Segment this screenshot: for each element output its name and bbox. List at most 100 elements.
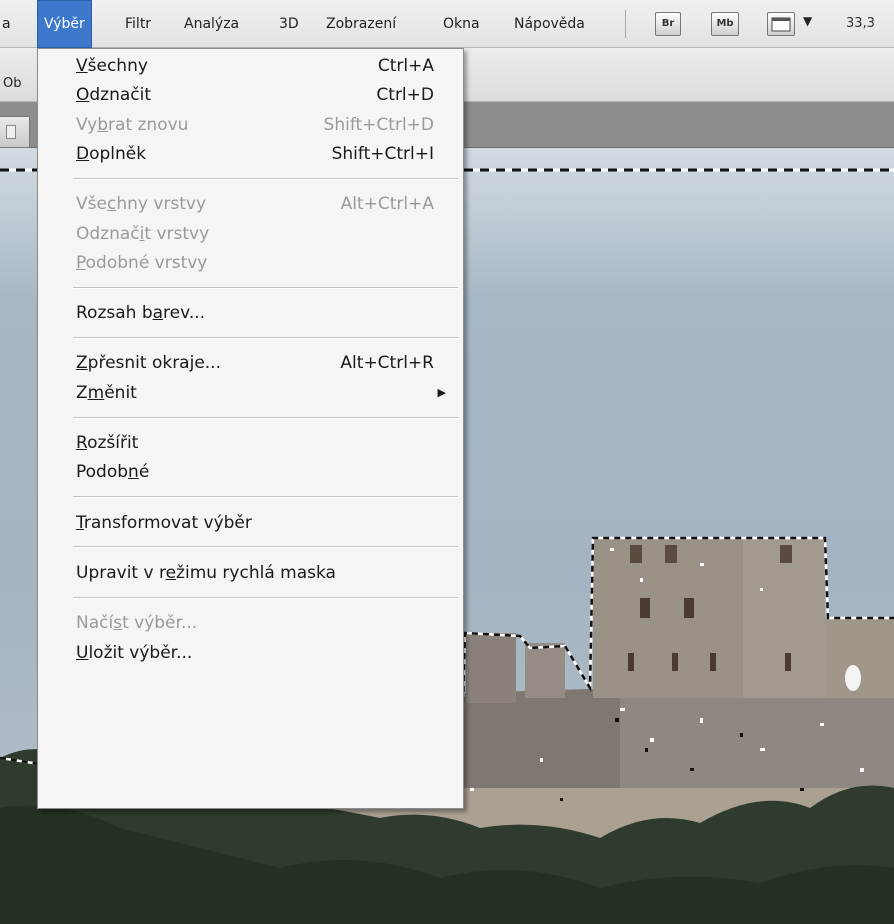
menu-item-shortcut: Alt+Ctrl+R — [340, 353, 434, 374]
mnemonic-letter: P — [76, 252, 86, 273]
menu-item[interactable]: Rozsah barev... — [76, 298, 460, 328]
mnemonic-letter: n — [128, 462, 139, 483]
menu-item-label: Podobné vrstvy — [76, 248, 207, 278]
menu-item[interactable]: Změnit ▶ — [76, 378, 460, 408]
label-text: t vrstvy — [144, 223, 210, 244]
menu-item-label: Rozsah barev... — [76, 298, 205, 328]
menu-select[interactable]: Výběr — [37, 0, 92, 48]
menu-item[interactable]: Všechny Ctrl+A — [76, 51, 460, 81]
menu-item-label: Zpřesnit okraje... — [76, 348, 221, 378]
menu-item-shortcut: Ctrl+D — [376, 85, 434, 106]
menu-item-label: Odznačit — [76, 80, 151, 110]
menu-item-shortcut: Shift+Ctrl+I — [331, 143, 434, 164]
label-text: rat znovu — [108, 114, 189, 135]
menu-help[interactable]: Nápověda — [514, 0, 585, 48]
menu-analysis[interactable]: Analýza — [184, 0, 239, 48]
label-text: ransformovat výběr — [83, 512, 252, 533]
menu-view[interactable]: Zobrazení — [326, 0, 396, 48]
label-text: ozšířit — [87, 433, 139, 453]
menu-item-label: Načíst výběr... — [76, 608, 197, 638]
menu-item-label: Všechny — [76, 51, 148, 81]
menubar-separator — [625, 10, 626, 38]
label-text: přesnit okraje... — [87, 353, 221, 374]
menu-item[interactable]: Podobné vrstvy — [76, 248, 460, 278]
label-text: šechny — [87, 56, 148, 76]
screen-mode-button[interactable] — [767, 12, 795, 36]
menu-item-label: Uložit výběr... — [76, 638, 192, 668]
screen-mode-icon — [771, 17, 791, 32]
label-text: ložit výběr... — [88, 642, 193, 663]
label-text: žimu rychlá maska — [176, 562, 336, 583]
menu-item-label: Rozšířit — [76, 428, 138, 458]
menu-item-label: Podobné — [76, 457, 149, 487]
mnemonic-letter: m — [87, 382, 105, 403]
label-text: é — [138, 462, 150, 483]
label-text: Podob — [76, 462, 129, 483]
menu-filter[interactable]: Filtr — [125, 0, 151, 48]
menu-separator — [73, 596, 458, 599]
label-text: Upravit v r — [76, 562, 166, 583]
menu-3d[interactable]: 3D — [279, 0, 299, 48]
document-icon — [6, 125, 16, 139]
menu-item[interactable]: Odznačit vrstvy — [76, 219, 460, 249]
label-text: hny vrstvy — [116, 194, 207, 215]
menu-item[interactable]: Vybrat znovu Shift+Ctrl+D — [76, 110, 460, 140]
document-tab[interactable] — [0, 116, 30, 148]
mnemonic-letter: c — [106, 194, 117, 215]
mnemonic-letter: s — [113, 613, 123, 634]
bridge-button[interactable]: Br — [655, 12, 681, 36]
menu-item-label: Všechny vrstvy — [76, 189, 206, 219]
menu-item-label: Změnit — [76, 378, 137, 408]
menu-image-truncated[interactable]: a — [2, 0, 11, 48]
label-text: odobné vrstvy — [85, 252, 208, 273]
label-text: t výběr... — [122, 613, 198, 634]
menu-item[interactable]: Doplněk Shift+Ctrl+I — [76, 139, 460, 169]
mnemonic-letter: D — [76, 143, 90, 164]
mnemonic-letter: e — [165, 562, 177, 583]
menu-window[interactable]: Okna — [443, 0, 480, 48]
mini-bridge-button[interactable]: Mb — [711, 12, 739, 36]
menu-separator — [73, 416, 458, 419]
label-text: Vše — [76, 194, 107, 215]
menu-item[interactable]: Uložit výběr... — [76, 638, 460, 668]
menu-separator — [73, 546, 458, 549]
select-menu-dropdown: Všechny Ctrl+A Odznačit Ctrl+D Vybrat znovu S… — [37, 48, 464, 809]
screen-mode-dropdown-icon[interactable]: ▼ — [803, 14, 812, 28]
menu-item[interactable]: Odznačit Ctrl+D — [76, 80, 460, 110]
menu-item[interactable]: Transformovat výběr — [76, 508, 460, 538]
menu-item-label: Transformovat výběr — [76, 508, 252, 538]
menu-separator — [73, 496, 458, 499]
menu-item-label: Upravit v režimu rychlá maska — [76, 558, 336, 588]
options-truncated-label: Ob — [3, 76, 22, 91]
menu-item[interactable]: Upravit v režimu rychlá maska — [76, 558, 460, 588]
menu-item-label: Vybrat znovu — [76, 110, 188, 140]
menu-item[interactable]: Podobné — [76, 457, 460, 487]
menu-separator — [73, 286, 458, 289]
label-text: Rozsah b — [76, 303, 153, 324]
menu-item[interactable]: Načíst výběr... — [76, 608, 460, 638]
mnemonic-letter: R — [76, 433, 88, 453]
menu-item[interactable]: Rozšířit — [76, 428, 460, 458]
menu-item-shortcut: Alt+Ctrl+A — [340, 194, 434, 215]
label-text: Načí — [76, 613, 114, 634]
mnemonic-letter: V — [76, 56, 88, 76]
mnemonic-letter: U — [76, 642, 89, 663]
mnemonic-letter: Z — [76, 353, 88, 374]
menu-item-shortcut: Ctrl+A — [377, 56, 434, 76]
mnemonic-letter: b — [97, 114, 109, 135]
menu-item-label: Odznačit vrstvy — [76, 219, 209, 249]
label-text: Odznač — [76, 223, 140, 244]
menu-item[interactable]: Zpřesnit okraje... Alt+Ctrl+R — [76, 348, 460, 378]
submenu-arrow-icon: ▶ — [437, 385, 446, 399]
label-text: dznačit — [89, 85, 152, 106]
label-text: Vy — [76, 114, 98, 135]
label-text: oplněk — [89, 143, 147, 164]
label-text: Z — [76, 382, 88, 403]
menu-item-shortcut: Shift+Ctrl+D — [323, 114, 434, 135]
zoom-level[interactable]: 33,3 — [846, 0, 875, 48]
mnemonic-letter: O — [76, 85, 90, 106]
mnemonic-letter: T — [76, 512, 84, 533]
menu-separator — [73, 336, 458, 339]
menu-separator — [73, 177, 458, 180]
menu-item[interactable]: Všechny vrstvy Alt+Ctrl+A — [76, 189, 460, 219]
